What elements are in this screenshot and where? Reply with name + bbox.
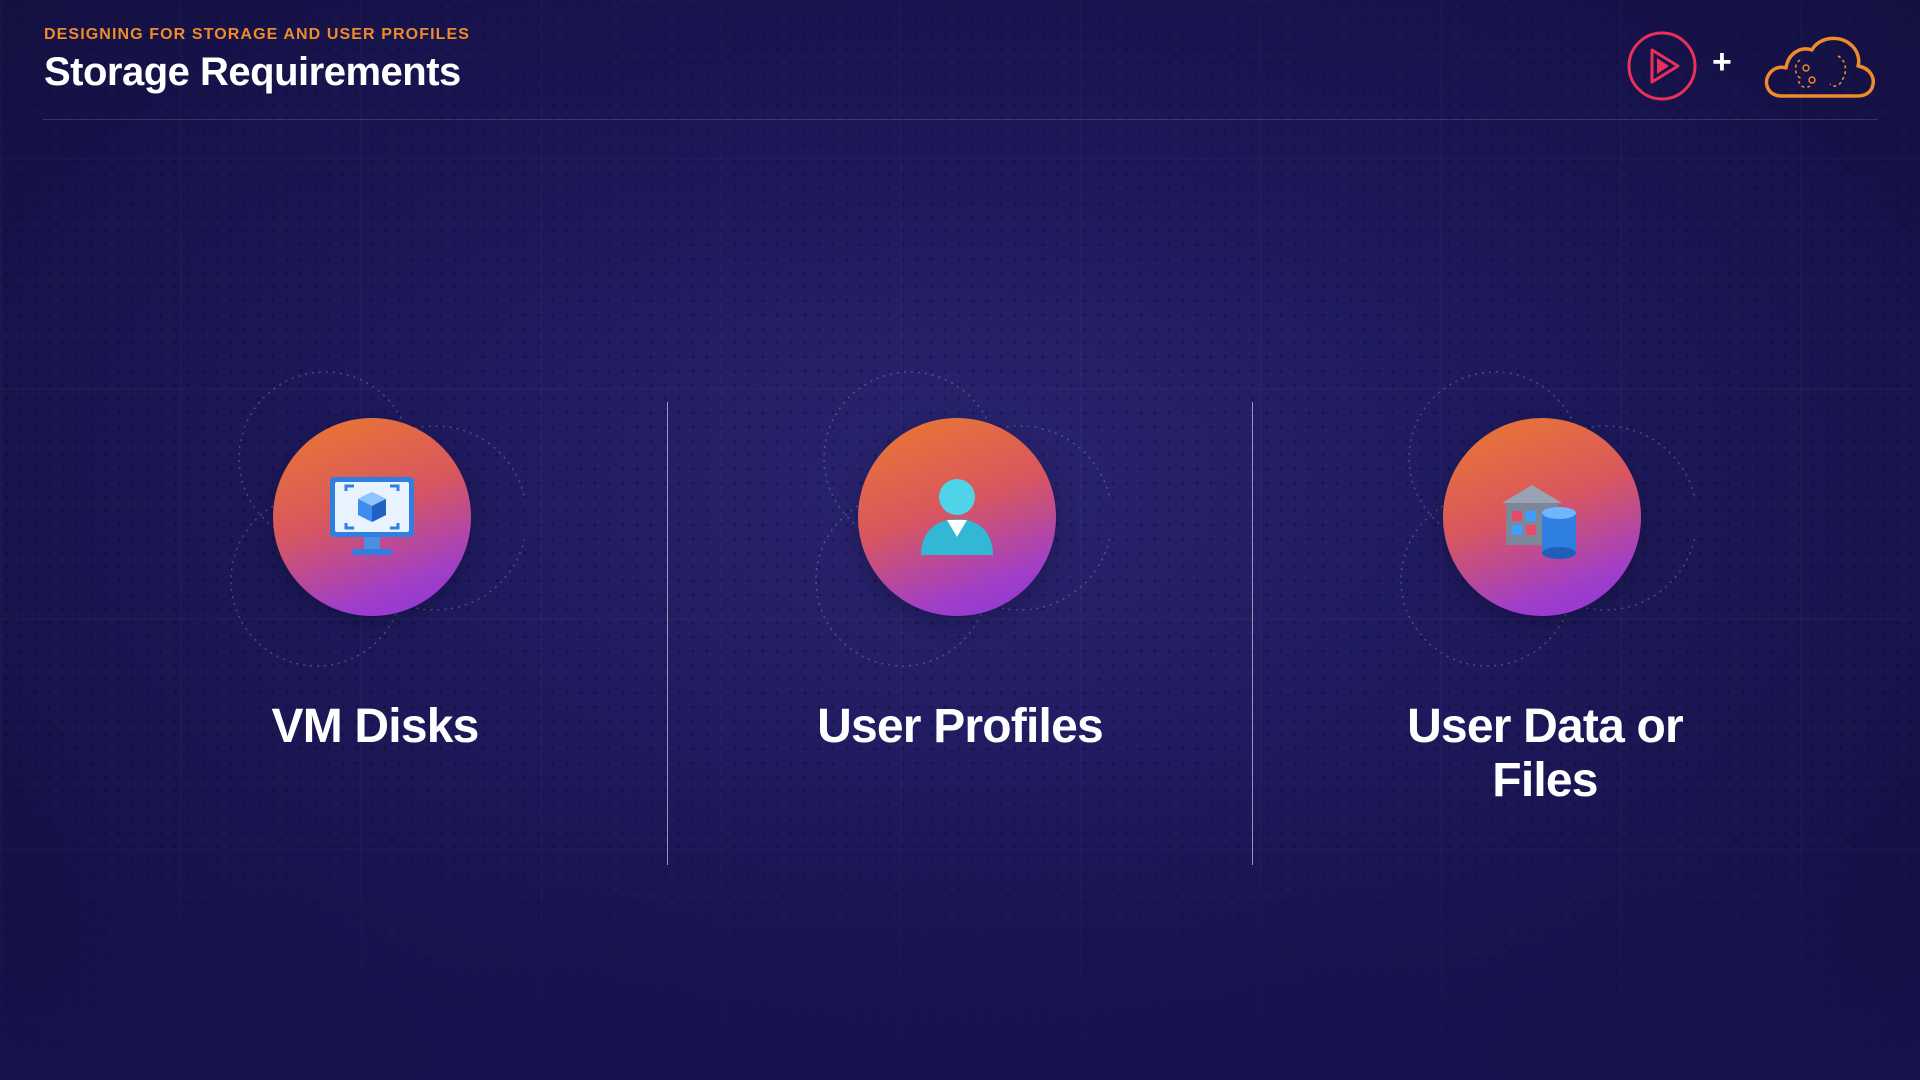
item-user-data-files: User Data or Files — [1253, 370, 1837, 850]
icon-group — [810, 370, 1110, 670]
section-eyebrow: DESIGNING FOR STORAGE AND USER PROFILES — [44, 26, 471, 43]
building-database-icon — [1502, 485, 1576, 559]
icon-group — [1395, 370, 1695, 670]
icon-circle — [1443, 418, 1641, 616]
brand-logos: + — [1626, 30, 1878, 102]
header-divider — [43, 119, 1878, 120]
item-user-profiles: User Profiles — [668, 370, 1252, 850]
play-logo-icon — [1627, 31, 1697, 101]
item-label: User Profiles — [817, 700, 1104, 753]
item-label: User Data or Files — [1407, 700, 1684, 807]
icon-circle — [858, 418, 1056, 616]
plus-sign: + — [1712, 43, 1732, 81]
item-label: VM Disks — [271, 700, 479, 753]
user-icon — [921, 479, 993, 555]
slide-title: Storage Requirements — [44, 50, 461, 94]
icon-group — [225, 370, 525, 670]
item-vm-disks: VM Disks — [83, 370, 667, 850]
icon-circle — [273, 418, 471, 616]
slide-header: DESIGNING FOR STORAGE AND USER PROFILES … — [44, 26, 470, 95]
monitor-vm-icon — [330, 477, 414, 555]
cloud-brain-logo-icon — [1764, 36, 1875, 98]
